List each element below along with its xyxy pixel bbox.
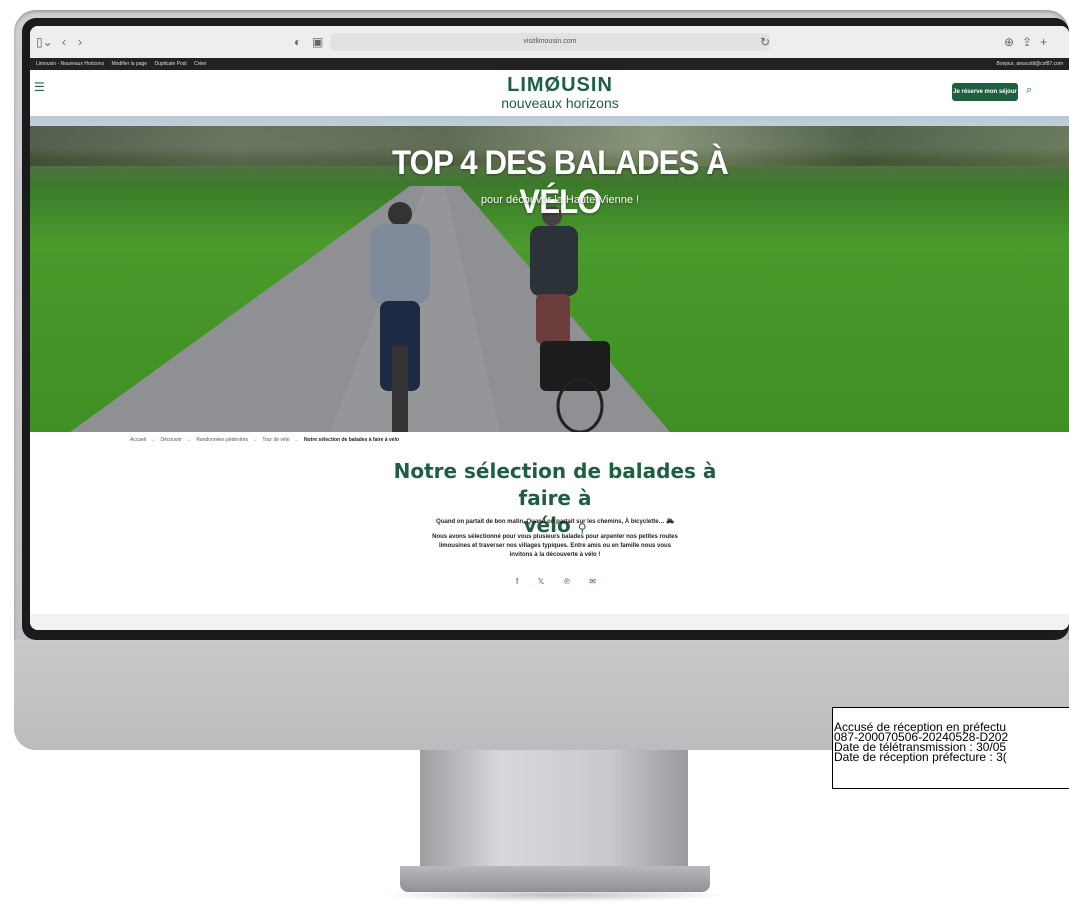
reserve-button[interactable]: Je réserve mon séjour bbox=[952, 83, 1018, 101]
page-title-line1: Notre sélection de balades à faire à bbox=[393, 459, 717, 510]
download-icon[interactable]: ⊕ bbox=[1004, 35, 1014, 49]
breadcrumb-bike[interactable]: Tour de vélo bbox=[262, 437, 289, 443]
facebook-icon[interactable]: f bbox=[516, 577, 518, 586]
intro-text: Quand on partait de bon matin, Quand on … bbox=[330, 518, 780, 525]
admin-create-link[interactable]: Créer bbox=[194, 61, 207, 67]
logo-tagline: nouveaux horizons bbox=[501, 95, 619, 111]
logo-wordmark[interactable]: LIMØUSIN bbox=[480, 74, 640, 97]
breadcrumb-discover[interactable]: Découvrir bbox=[161, 437, 182, 443]
page-title: Notre sélection de balades à faire à vél… bbox=[370, 458, 740, 542]
hero-banner: TOP 4 DES BALADES À VÉLO pour découvrir … bbox=[30, 116, 1069, 432]
x-icon[interactable]: 𝕏 bbox=[538, 577, 544, 586]
admin-bar: Limousin - Nouveaux Horizons Modifier la… bbox=[30, 58, 1069, 70]
back-icon[interactable]: ‹ bbox=[62, 35, 66, 49]
breadcrumb-current: Notre sélection de balades à faire à vél… bbox=[303, 437, 400, 443]
breadcrumb-hikes[interactable]: Randonnées pédestres bbox=[196, 437, 248, 443]
body-text: Nous avons sélectionné pour vous plusieu… bbox=[375, 533, 735, 560]
share-links: f 𝕏 ℗ ✉ bbox=[516, 577, 596, 586]
breadcrumb: Accueil → Découvrir → Randonnées pédestres… bbox=[130, 437, 400, 443]
hero-title: TOP 4 DES BALADES À VÉLO bbox=[392, 144, 729, 221]
shield-icon[interactable]: ◐ bbox=[294, 35, 301, 49]
search-icon[interactable]: ⌕ bbox=[1026, 84, 1032, 97]
reader-icon[interactable]: ▣ bbox=[312, 35, 323, 49]
site-header: ☰ LIMØUSIN nouveaux horizons Je réserve … bbox=[30, 70, 1069, 116]
page-footer-strip bbox=[30, 614, 1069, 630]
admin-site-link[interactable]: Limousin - Nouveaux Horizons bbox=[36, 61, 104, 67]
admin-duplicate-link[interactable]: Duplicate Post bbox=[154, 61, 186, 67]
body-line: invitons à la découverte à vélo ! bbox=[509, 552, 601, 558]
share-icon[interactable]: ⇪ bbox=[1022, 35, 1032, 49]
monitor-stand-neck bbox=[420, 750, 688, 870]
admin-greeting[interactable]: Bonjour, amacotti@csf87.com bbox=[997, 58, 1064, 70]
email-icon[interactable]: ✉ bbox=[589, 577, 596, 586]
url-field[interactable]: visitlimousin.com bbox=[330, 33, 770, 51]
forward-icon[interactable]: › bbox=[78, 35, 82, 49]
menu-icon[interactable]: ☰ bbox=[34, 80, 45, 94]
breadcrumb-home[interactable]: Accueil bbox=[130, 437, 146, 443]
body-line: limousines et traverser nos villages typ… bbox=[438, 543, 672, 549]
prefecture-stamp: Accusé de réception en préfectu 087-2000… bbox=[832, 707, 1069, 789]
bicycle-icon: 🚲︎ bbox=[666, 519, 674, 525]
intro-sentence: Quand on partait de bon matin, Quand on … bbox=[436, 519, 665, 525]
reload-icon[interactable]: ↻ bbox=[760, 35, 770, 49]
stamp-line4: Date de réception préfecture : 3( bbox=[834, 750, 1007, 764]
pinterest-icon[interactable]: ℗ bbox=[564, 577, 570, 586]
admin-edit-link[interactable]: Modifier la page bbox=[111, 61, 147, 67]
hero-subtitle: pour découvrir la Haute-Vienne ! bbox=[480, 194, 640, 206]
sidebar-icon[interactable]: ▯⌄ bbox=[36, 35, 53, 49]
monitor-stand-base bbox=[400, 866, 710, 892]
body-line: Nous avons sélectionné pour vous plusieu… bbox=[432, 534, 678, 540]
screen: ▯⌄ ‹ › ◐ ▣ visitlimousin.com ↻ ⊕ ⇪ + Lim… bbox=[30, 26, 1069, 630]
browser-toolbar: ▯⌄ ‹ › ◐ ▣ visitlimousin.com ↻ ⊕ ⇪ + bbox=[30, 26, 1069, 58]
new-tab-icon[interactable]: + bbox=[1040, 35, 1047, 49]
